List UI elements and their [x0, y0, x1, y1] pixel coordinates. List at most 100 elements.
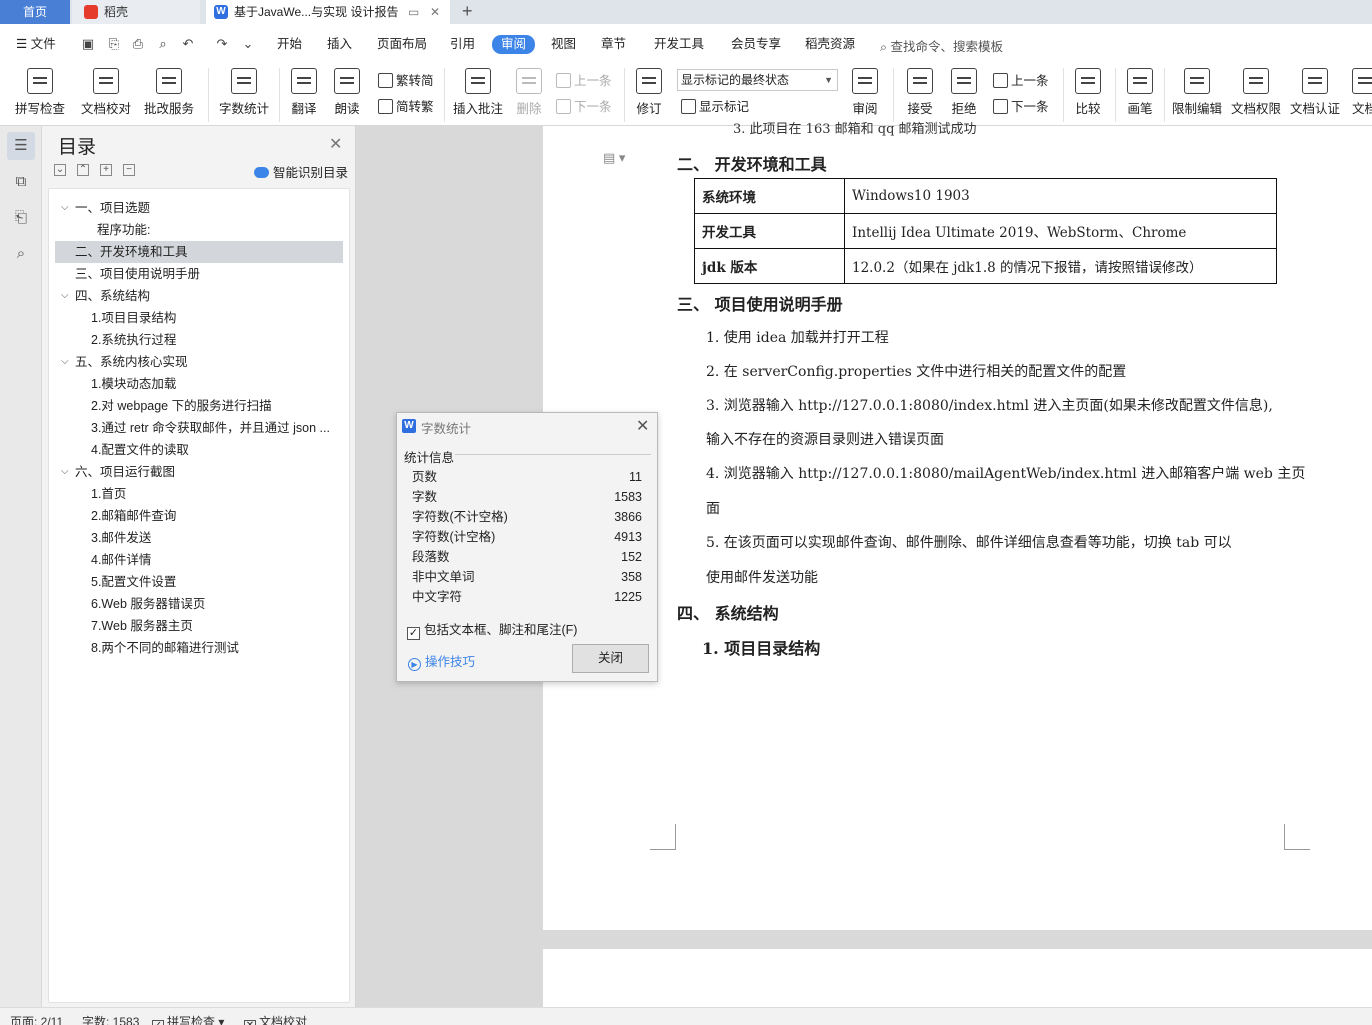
doc-more-button[interactable]: 文档: [1348, 64, 1372, 124]
print-icon[interactable]: ⎙: [130, 36, 146, 52]
toc-item[interactable]: 5.配置文件设置: [55, 571, 343, 593]
chevron-down-icon[interactable]: ⌵: [61, 197, 73, 219]
translate-button[interactable]: 翻译: [284, 64, 324, 124]
menu-chapter[interactable]: 章节: [601, 36, 626, 53]
show-markup-button[interactable]: 显示标记: [681, 96, 749, 115]
track-changes-button[interactable]: 修订: [630, 64, 668, 124]
toc-item[interactable]: 1.项目目录结构: [55, 307, 343, 329]
word-count-button[interactable]: 字数统计: [216, 64, 272, 124]
tab-home[interactable]: 首页: [0, 0, 70, 24]
insert-comment-button[interactable]: 插入批注: [452, 64, 504, 124]
read-aloud-button[interactable]: 朗读: [328, 64, 366, 124]
undo-icon[interactable]: ↶: [180, 36, 196, 52]
new-tab-icon[interactable]: +: [462, 0, 473, 22]
page-indicator[interactable]: 页面: 2/11: [10, 1013, 63, 1025]
next-comment-button[interactable]: 下一条: [556, 96, 612, 115]
close-tab-icon[interactable]: ✕: [430, 0, 440, 24]
toc-item[interactable]: 4.配置文件的读取: [55, 439, 343, 461]
doc-permission-icon: [1243, 68, 1269, 94]
toc-item[interactable]: 2.邮箱邮件查询: [55, 505, 343, 527]
redo-icon[interactable]: ↷: [214, 36, 230, 52]
page-margin-corner: [650, 824, 676, 850]
customize-chevron-icon[interactable]: ⌄: [240, 36, 256, 52]
chevron-down-icon[interactable]: ⌵: [61, 351, 73, 373]
spellcheck-button[interactable]: 拼写检查: [8, 64, 72, 124]
simp-to-trad-button[interactable]: 简转繁: [378, 96, 434, 115]
doc-options-icon[interactable]: ▤ ▾: [603, 150, 625, 166]
bookmark-icon[interactable]: ⎗: [7, 204, 35, 232]
translate-icon: [291, 68, 317, 94]
status-proofread[interactable]: ✕文档校对: [244, 1013, 307, 1025]
toc-item[interactable]: ⌵ 五、系统内核心实现: [55, 351, 343, 373]
toc-item[interactable]: 7.Web 服务器主页: [55, 615, 343, 637]
close-button[interactable]: 关闭: [572, 644, 649, 673]
toc-item[interactable]: 3.通过 retr 命令获取邮件，并且通过 json ...: [55, 417, 343, 439]
toc-item[interactable]: 三、项目使用说明手册: [55, 263, 343, 285]
review-pane-button[interactable]: 审阅: [845, 64, 885, 124]
status-spellcheck[interactable]: ✓拼写检查 ▾: [152, 1013, 224, 1025]
toc-icon[interactable]: ☰: [7, 132, 35, 160]
accept-button[interactable]: 接受: [900, 64, 940, 124]
search-icon[interactable]: ⌕: [7, 240, 35, 268]
collapse-all-icon[interactable]: ⌄: [54, 164, 66, 176]
delete-comment-button[interactable]: 删除: [510, 64, 548, 124]
include-textbox-checkbox[interactable]: ✓ 包括文本框、脚注和尾注(F): [407, 619, 577, 640]
toc-item[interactable]: 二、开发环境和工具: [55, 241, 343, 263]
smart-toc-button[interactable]: 智能识别目录: [254, 162, 348, 181]
save-icon[interactable]: ▣: [80, 36, 96, 52]
toc-item[interactable]: 1.模块动态加载: [55, 373, 343, 395]
chapter-icon[interactable]: ⧉: [7, 168, 35, 196]
close-icon[interactable]: ✕: [636, 416, 649, 436]
toc-item[interactable]: 程序功能:: [55, 219, 343, 241]
file-menu[interactable]: ☰ 文件: [16, 36, 56, 53]
tips-link[interactable]: ▶ 操作技巧: [408, 651, 475, 671]
tab-docer[interactable]: 稻壳: [72, 0, 200, 24]
close-icon[interactable]: ✕: [329, 134, 342, 154]
menu-developer[interactable]: 开发工具: [654, 36, 704, 53]
markup-state-select[interactable]: 显示标记的最终状态 ▼: [677, 69, 838, 91]
menu-view[interactable]: 视图: [551, 36, 576, 53]
chevron-down-icon[interactable]: ⌵: [61, 461, 73, 483]
remove-heading-icon[interactable]: −: [123, 164, 135, 176]
toc-item[interactable]: 1.首页: [55, 483, 343, 505]
menu-member[interactable]: 会员专享: [731, 36, 781, 53]
compare-button[interactable]: 比较: [1068, 64, 1108, 124]
menu-review[interactable]: 审阅: [492, 35, 536, 54]
toc-item[interactable]: 6.Web 服务器错误页: [55, 593, 343, 615]
toc-item[interactable]: ⌵ 六、项目运行截图: [55, 461, 343, 483]
menu-insert[interactable]: 插入: [327, 36, 352, 53]
reject-button[interactable]: 拒绝: [944, 64, 984, 124]
restrict-edit-button[interactable]: 限制编辑: [1170, 64, 1224, 124]
doc-certify-button[interactable]: 文档认证: [1288, 64, 1342, 124]
prev-comment-button[interactable]: 上一条: [556, 70, 612, 89]
next-change-button[interactable]: 下一条: [993, 96, 1049, 115]
command-search[interactable]: ⌕ 查找命令、搜索模板: [880, 36, 1003, 55]
toc-item[interactable]: 2.对 webpage 下的服务进行扫描: [55, 395, 343, 417]
menu-page-layout[interactable]: 页面布局: [377, 36, 427, 53]
prev-change-icon: [993, 73, 1008, 88]
expand-all-icon[interactable]: ⌃: [77, 164, 89, 176]
menu-reference[interactable]: 引用: [450, 36, 475, 53]
batch-service-button[interactable]: 批改服务: [138, 64, 200, 124]
toc-item[interactable]: 8.两个不同的邮箱进行测试: [55, 637, 343, 659]
ink-button[interactable]: 画笔: [1122, 64, 1158, 124]
word-count-indicator[interactable]: 字数: 1583: [82, 1013, 139, 1025]
add-heading-icon[interactable]: +: [100, 164, 112, 176]
toc-item[interactable]: ⌵ 一、项目选题: [55, 197, 343, 219]
toc-item[interactable]: 2.系统执行过程: [55, 329, 343, 351]
prev-change-button[interactable]: 上一条: [993, 70, 1049, 89]
chevron-down-icon[interactable]: ⌵: [61, 285, 73, 307]
float-window-icon[interactable]: ▭: [408, 0, 419, 24]
proofread-button[interactable]: 文档校对: [78, 64, 134, 124]
toc-item[interactable]: 3.邮件发送: [55, 527, 343, 549]
tab-document[interactable]: W 基于JavaWe...与实现 设计报告 ▭ ✕: [206, 0, 450, 24]
doc-permission-button[interactable]: 文档权限: [1230, 64, 1282, 124]
export-pdf-icon[interactable]: ⎘: [106, 36, 122, 52]
menu-start[interactable]: 开始: [277, 36, 302, 53]
trad-to-simp-button[interactable]: 繁转简: [378, 70, 434, 89]
search-icon: ⌕: [880, 40, 891, 54]
toc-item[interactable]: ⌵ 四、系统结构: [55, 285, 343, 307]
menu-docer-resources[interactable]: 稻壳资源: [805, 36, 855, 53]
toc-item[interactable]: 4.邮件详情: [55, 549, 343, 571]
print-preview-icon[interactable]: ⌕: [155, 36, 171, 52]
